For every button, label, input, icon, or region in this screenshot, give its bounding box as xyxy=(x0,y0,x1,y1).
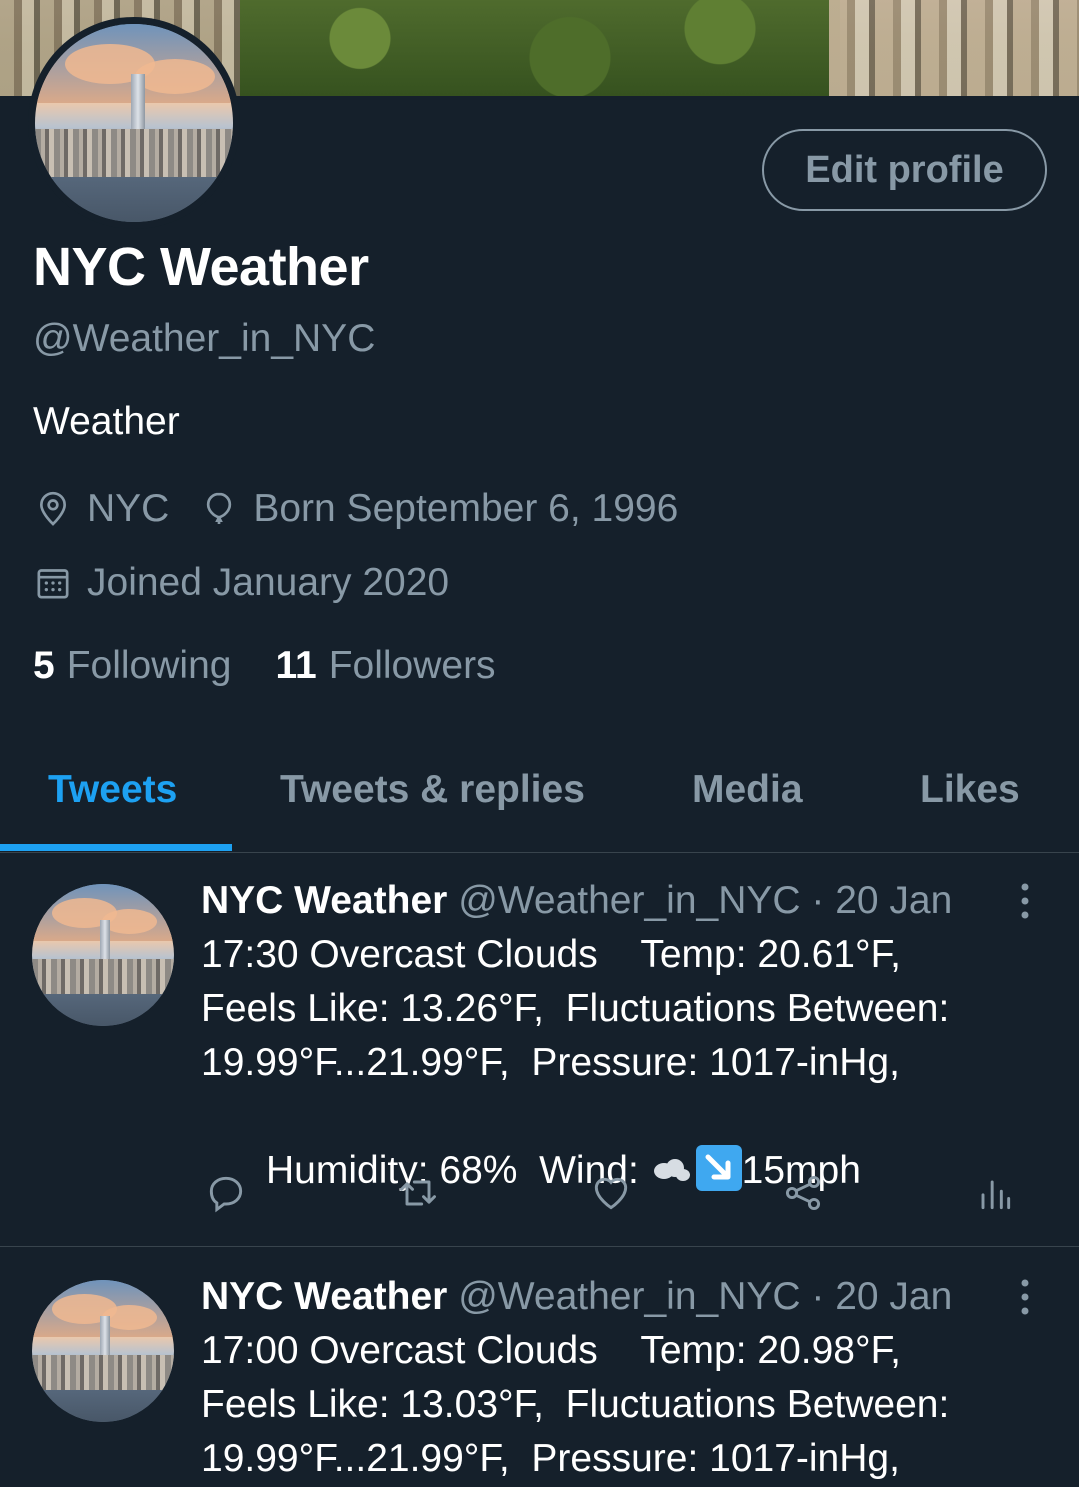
avatar-cloud xyxy=(102,1305,157,1330)
tweet-handle-time[interactable]: @Weather_in_NYC · 20 Jan xyxy=(458,879,952,922)
profile-tabs: Tweets Tweets & replies Media Likes xyxy=(0,740,1079,853)
tweet-avatar[interactable] xyxy=(32,884,174,1026)
profile-bio: Weather xyxy=(33,400,180,443)
analytics-icon[interactable] xyxy=(972,1171,1016,1215)
avatar-skyline xyxy=(32,1355,174,1391)
tab-tweets-replies[interactable]: Tweets & replies xyxy=(280,768,585,812)
location-icon xyxy=(33,489,73,529)
reply-icon[interactable] xyxy=(204,1171,248,1215)
balloon-icon xyxy=(199,489,239,529)
follow-stats: 5 Following 11 Followers xyxy=(33,644,540,688)
profile-meta-row-1: NYC Born September 6, 1996 xyxy=(33,487,678,531)
banner-city-right xyxy=(829,0,1079,96)
following-count: 5 xyxy=(33,644,55,687)
tweet-text-line: Feels Like: 13.03°F, Fluctuations Betwee… xyxy=(201,1383,950,1426)
banner-park xyxy=(240,0,840,96)
tweet-text-line: 17:30 Overcast Clouds Temp: 20.61°F, xyxy=(201,933,901,976)
calendar-icon xyxy=(33,563,73,603)
tweet[interactable]: NYC Weather @Weather_in_NYC · 20 Jan 17:… xyxy=(0,853,1079,1246)
followers-link[interactable]: 11 Followers xyxy=(275,644,495,688)
profile-joined: Joined January 2020 xyxy=(87,561,450,604)
avatar-water xyxy=(32,994,174,1026)
tweet-handle-time[interactable]: @Weather_in_NYC · 20 Jan xyxy=(458,1275,952,1318)
tab-tweets[interactable]: Tweets xyxy=(48,768,177,812)
profile-avatar[interactable] xyxy=(35,24,233,222)
tab-likes[interactable]: Likes xyxy=(920,768,1020,812)
active-tab-indicator xyxy=(0,844,232,851)
tweet-text-line: 19.99°F...21.99°F, Pressure: 1017-inHg, xyxy=(201,1041,900,1084)
avatar-cloud xyxy=(135,59,215,94)
avatar-cloud xyxy=(102,909,157,934)
avatar-skyline xyxy=(35,129,233,179)
tweet-text-line: 19.99°F...21.99°F, Pressure: 1017-inHg, xyxy=(201,1437,900,1480)
profile-meta-row-2: Joined January 2020 xyxy=(33,561,449,605)
avatar-water xyxy=(32,1390,174,1422)
tweet[interactable]: NYC Weather @Weather_in_NYC · 20 Jan 17:… xyxy=(0,1247,1079,1487)
share-icon[interactable] xyxy=(781,1171,825,1215)
tweet-body: NYC Weather @Weather_in_NYC · 20 Jan 17:… xyxy=(201,1270,1021,1486)
following-link[interactable]: 5 Following xyxy=(33,644,231,688)
tweet-header: NYC Weather @Weather_in_NYC · 20 Jan xyxy=(201,874,1021,928)
edit-profile-button[interactable]: Edit profile xyxy=(762,129,1047,211)
like-icon[interactable] xyxy=(589,1171,633,1215)
more-icon[interactable] xyxy=(1010,1277,1040,1317)
tweet-actions xyxy=(0,1171,1079,1231)
retweet-icon[interactable] xyxy=(396,1171,440,1215)
following-label: Following xyxy=(66,644,232,687)
profile-birthday: Born September 6, 1996 xyxy=(253,487,679,530)
tweet-text-line: 17:00 Overcast Clouds Temp: 20.98°F, xyxy=(201,1329,901,1372)
avatar-skyline xyxy=(32,959,174,995)
tab-media[interactable]: Media xyxy=(692,768,803,812)
followers-count: 11 xyxy=(275,644,317,687)
tweet-header: NYC Weather @Weather_in_NYC · 20 Jan xyxy=(201,1270,1021,1324)
followers-label: Followers xyxy=(328,644,496,687)
tweet-text-line: Feels Like: 13.26°F, Fluctuations Betwee… xyxy=(201,987,950,1030)
tweet-avatar[interactable] xyxy=(32,1280,174,1422)
avatar-water xyxy=(35,177,233,222)
profile-handle: @Weather_in_NYC xyxy=(33,317,376,360)
profile-avatar-frame[interactable] xyxy=(28,17,240,229)
profile-location[interactable]: NYC xyxy=(87,487,169,531)
tweet-author-name[interactable]: NYC Weather xyxy=(201,1275,447,1318)
tweet-author-name[interactable]: NYC Weather xyxy=(201,879,447,922)
more-icon[interactable] xyxy=(1010,881,1040,921)
profile-name: NYC Weather xyxy=(33,237,369,297)
